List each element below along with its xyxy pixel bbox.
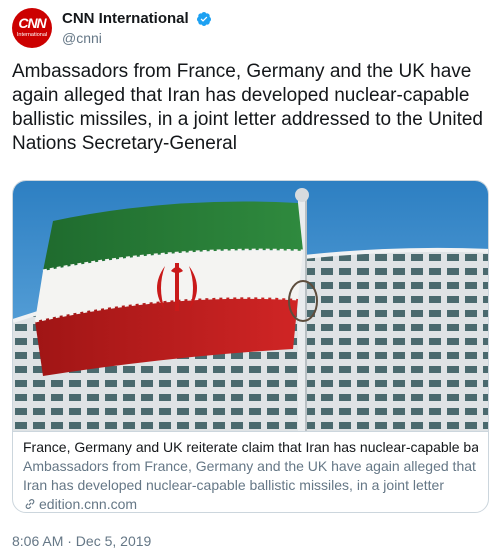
card-image[interactable]	[13, 181, 489, 431]
link-card[interactable]: France, Germany and UK reiterate claim t…	[12, 180, 489, 513]
tweet-text: Ambassadors from France, Germany and the…	[12, 61, 484, 154]
link-icon	[25, 499, 35, 509]
card-title: France, Germany and UK reiterate claim t…	[23, 439, 478, 455]
tweet-header: CNN International CNN International @cnn…	[12, 8, 488, 48]
display-name[interactable]: CNN International	[62, 10, 189, 27]
handle[interactable]: @cnni	[62, 30, 212, 46]
author-block: CNN International @cnni	[62, 10, 212, 46]
tweet-timestamp[interactable]: 8:06 AM · Dec 5, 2019	[12, 533, 151, 549]
card-domain: edition.cnn.com	[23, 495, 478, 512]
card-description: Ambassadors from France, Germany and the…	[23, 458, 476, 493]
avatar-logo-subtext: International	[16, 32, 48, 38]
card-domain-text: edition.cnn.com	[39, 496, 138, 512]
card-body: France, Germany and UK reiterate claim t…	[13, 431, 488, 512]
avatar[interactable]: CNN International	[12, 8, 52, 48]
verified-badge-icon	[197, 11, 212, 26]
avatar-logo-text: CNN	[18, 15, 46, 31]
